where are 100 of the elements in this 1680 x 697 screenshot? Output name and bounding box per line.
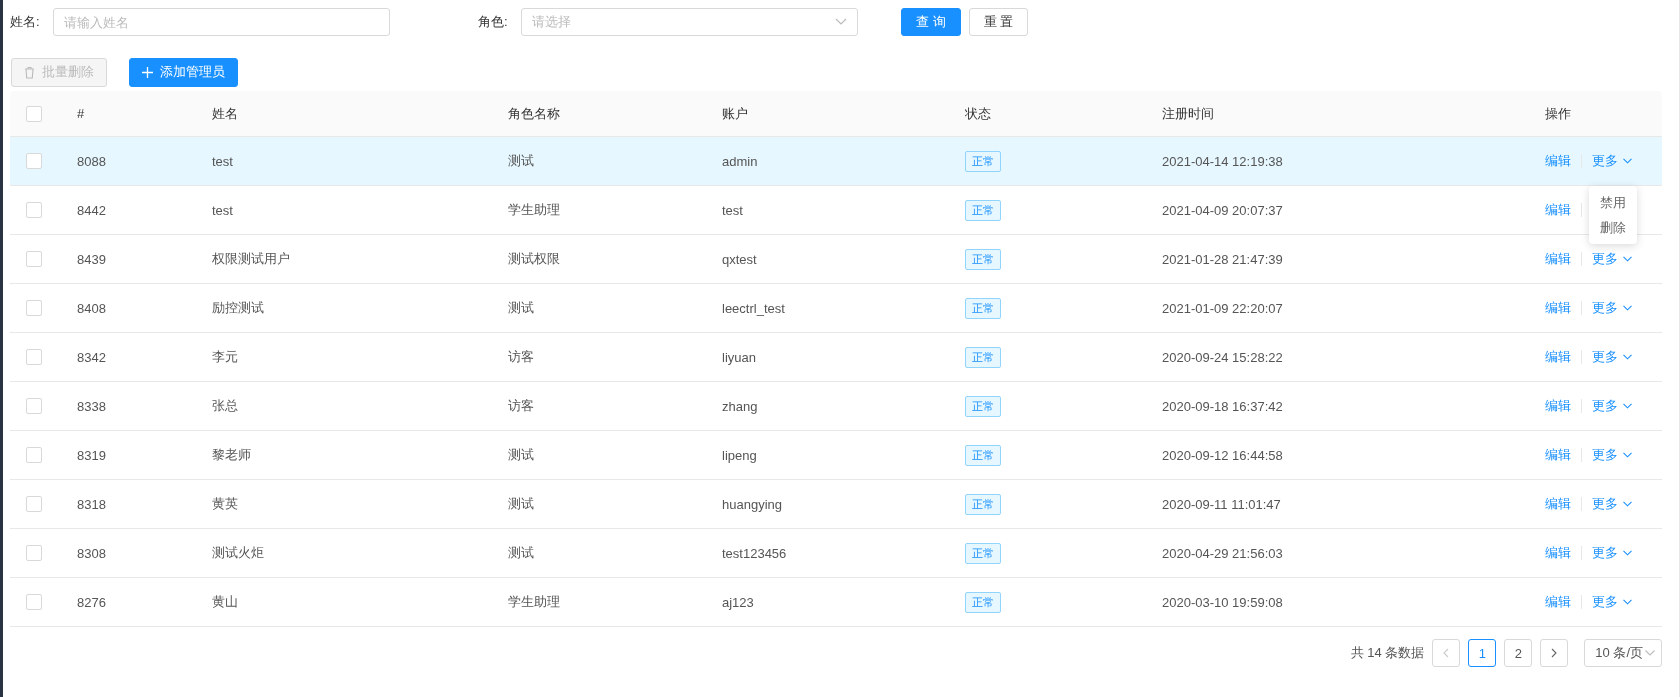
chevron-down-icon: [1623, 305, 1632, 311]
table-cell: 8308: [77, 545, 106, 561]
table-cell: 访客: [508, 397, 534, 415]
table-cell: 2020-03-10 19:59:08: [1162, 594, 1283, 610]
page-size-select[interactable]: 10 条/页: [1584, 639, 1662, 667]
edit-link[interactable]: 编辑: [1545, 495, 1571, 513]
more-link[interactable]: 更多: [1592, 593, 1632, 611]
more-link[interactable]: 更多: [1592, 152, 1632, 170]
table-cell: 励控测试: [212, 299, 264, 317]
more-link[interactable]: 更多: [1592, 495, 1632, 513]
status-tag: 正常: [965, 444, 1001, 466]
chevron-down-icon: [1623, 158, 1632, 164]
row-checkbox[interactable]: [26, 202, 42, 218]
chevron-right-icon: [1551, 648, 1558, 658]
reset-button[interactable]: 重 置: [968, 8, 1029, 36]
table-cell: 张总: [212, 397, 238, 415]
edit-link[interactable]: 编辑: [1545, 397, 1571, 415]
trash-icon: [24, 65, 35, 79]
more-link[interactable]: 更多: [1592, 544, 1632, 562]
status-tag: 正常: [965, 150, 1001, 172]
edit-link[interactable]: 编辑: [1545, 446, 1571, 464]
row-checkbox[interactable]: [26, 251, 42, 267]
row-checkbox[interactable]: [26, 300, 42, 316]
table-cell: 黎老师: [212, 446, 251, 464]
column-header: 注册时间: [1162, 104, 1214, 123]
table-cell: 学生助理: [508, 201, 560, 219]
edit-link[interactable]: 编辑: [1545, 152, 1571, 170]
plus-icon: [142, 66, 153, 78]
row-checkbox[interactable]: [26, 398, 42, 414]
table-cell: 测试: [508, 152, 534, 170]
table-cell: lipeng: [722, 447, 757, 463]
select-all-checkbox[interactable]: [26, 105, 42, 122]
name-input-field[interactable]: 请输入姓名: [53, 8, 390, 36]
page-button[interactable]: 1: [1468, 639, 1497, 667]
table-cell: test123456: [722, 545, 787, 561]
table-cell: 李元: [212, 348, 238, 366]
more-link[interactable]: 更多: [1592, 348, 1632, 366]
more-link[interactable]: 更多: [1592, 250, 1632, 268]
status-tag: 正常: [965, 346, 1001, 368]
table-cell: 测试: [508, 544, 534, 562]
chevron-down-icon: [1645, 650, 1655, 656]
row-checkbox[interactable]: [26, 545, 42, 561]
menu-item[interactable]: 禁用: [1589, 190, 1637, 215]
column-header: 角色名称: [508, 104, 560, 123]
status-tag: 正常: [965, 591, 1001, 613]
role-label: 角色:: [478, 13, 509, 31]
table-cell: admin: [722, 153, 758, 169]
table-cell: 测试火炬: [212, 544, 264, 562]
table-cell: 黄英: [212, 495, 238, 513]
table-cell: 8318: [77, 496, 106, 512]
edit-link[interactable]: 编辑: [1545, 593, 1571, 611]
table-cell: 测试权限: [508, 250, 560, 268]
chevron-down-icon: [1623, 452, 1632, 458]
menu-item[interactable]: 删除: [1589, 215, 1637, 240]
table-cell: aj123: [722, 594, 754, 610]
previous-page-button[interactable]: [1432, 639, 1461, 667]
status-tag: 正常: [965, 248, 1001, 270]
table-cell: liyuan: [722, 349, 756, 365]
page-button[interactable]: 2: [1504, 639, 1533, 667]
query-button[interactable]: 查 询: [901, 8, 961, 36]
table-cell: test: [212, 202, 233, 218]
chevron-down-icon: [1623, 501, 1632, 507]
table-cell: 2020-09-12 16:44:58: [1162, 447, 1283, 463]
row-checkbox[interactable]: [26, 594, 42, 610]
table-cell: 2021-01-28 21:47:39: [1162, 251, 1283, 267]
table-cell: 8439: [77, 251, 106, 267]
next-page-button[interactable]: [1540, 639, 1569, 667]
row-checkbox[interactable]: [26, 153, 42, 169]
more-link[interactable]: 更多: [1592, 397, 1632, 415]
row-checkbox[interactable]: [26, 349, 42, 365]
table-cell: 2020-09-18 16:37:42: [1162, 398, 1283, 414]
chevron-left-icon: [1443, 648, 1450, 658]
chevron-down-icon: [835, 18, 847, 26]
total-count: 共 14 条数据: [1350, 644, 1425, 662]
column-header: 操作: [1545, 104, 1571, 123]
table-cell: 学生助理: [508, 593, 560, 611]
row-checkbox[interactable]: [26, 496, 42, 512]
name-label: 姓名:: [10, 13, 41, 31]
add-admin-button[interactable]: 添加管理员: [129, 57, 238, 87]
chevron-down-icon: [1623, 354, 1632, 360]
more-link[interactable]: 更多: [1592, 446, 1632, 464]
edit-link[interactable]: 编辑: [1545, 348, 1571, 366]
edit-link[interactable]: 编辑: [1545, 299, 1571, 317]
table-cell: 访客: [508, 348, 534, 366]
table-cell: qxtest: [722, 251, 757, 267]
edit-link[interactable]: 编辑: [1545, 201, 1571, 219]
table-cell: 测试: [508, 299, 534, 317]
edit-link[interactable]: 编辑: [1545, 250, 1571, 268]
more-link[interactable]: 更多: [1592, 299, 1632, 317]
status-tag: 正常: [965, 297, 1001, 319]
table-cell: 8088: [77, 153, 106, 169]
table-cell: 8276: [77, 594, 106, 610]
table-cell: 测试: [508, 446, 534, 464]
status-tag: 正常: [965, 199, 1001, 221]
chevron-down-icon: [1623, 599, 1632, 605]
role-select-field[interactable]: 请选择: [521, 8, 858, 36]
row-checkbox[interactable]: [26, 447, 42, 463]
table-cell: 8319: [77, 447, 106, 463]
table-cell: test: [212, 153, 233, 169]
edit-link[interactable]: 编辑: [1545, 544, 1571, 562]
